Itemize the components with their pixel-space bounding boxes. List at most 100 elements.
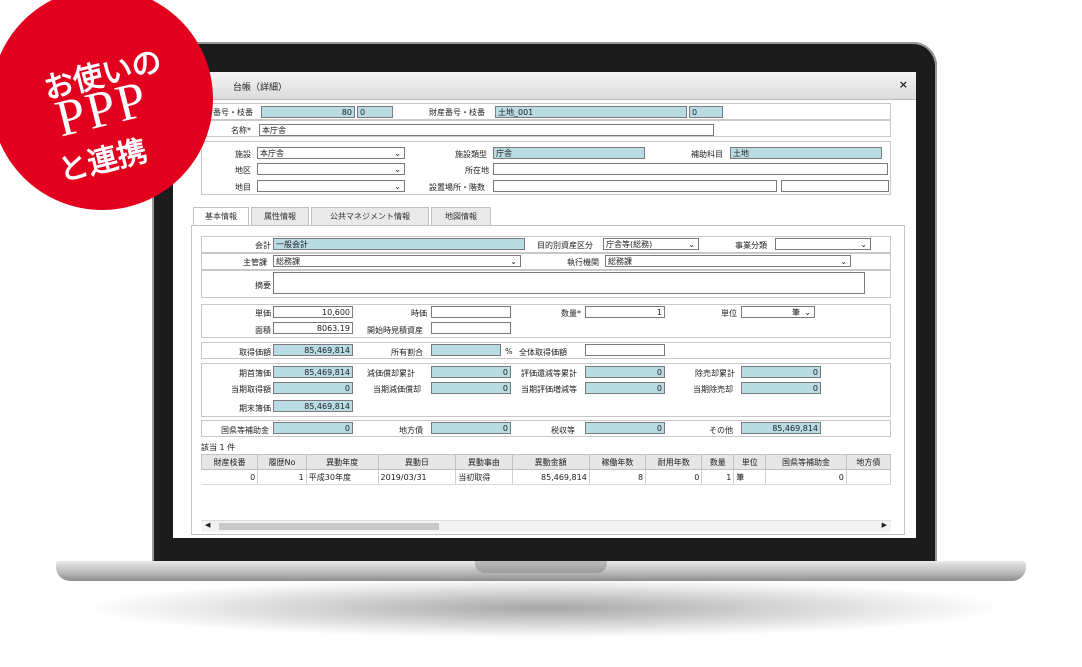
window-title: 台帳（詳細） xyxy=(233,83,288,93)
table-cell: 1 xyxy=(701,469,735,485)
suryo-field[interactable]: 1 xyxy=(585,306,665,318)
app-screen: 台帳（詳細） × 番号・枝番 80 0 財産番号・枝番 土地_001 0 名称*… xyxy=(173,72,916,538)
tekiyo-field[interactable] xyxy=(273,272,865,294)
kokko-field[interactable]: 0 xyxy=(273,422,353,434)
tab-map[interactable]: 地図情報 xyxy=(431,207,491,226)
zaisan-no-field[interactable]: 土地_001 xyxy=(495,106,687,118)
shozai-field[interactable] xyxy=(493,163,888,175)
zaisan-label: 財産番号・枝番 xyxy=(429,108,485,117)
menseki-field[interactable]: 8063.19 xyxy=(273,322,353,334)
tani-select[interactable]: 筆 ⌄ xyxy=(741,306,815,318)
jokyaku-label: 除売却累計 xyxy=(695,369,735,378)
column-header[interactable]: 異動金額 xyxy=(511,454,590,470)
shozai-label: 所在地 xyxy=(465,166,489,175)
sonota-field[interactable]: 85,469,814 xyxy=(741,422,821,434)
chiku-select[interactable]: ⌄ xyxy=(257,163,405,175)
shikko-label: 執行機関 xyxy=(567,258,599,267)
tokihyoka-label: 当期評価増減等 xyxy=(521,385,577,394)
tokijokyaku-label: 当期除売却 xyxy=(693,385,733,394)
history-count: 該当 1 件 xyxy=(201,443,236,452)
chevron-down-icon: ⌄ xyxy=(688,240,695,249)
kimatsu-field[interactable]: 85,469,814 xyxy=(273,400,353,412)
tokishutoku-field[interactable]: 0 xyxy=(273,382,353,394)
chihosai-field[interactable]: 0 xyxy=(431,422,511,434)
history-table: 財産枝番 履歴No 異動年度 異動日 異動事由 異動金額 稼働年数 耐用年数 数… xyxy=(200,454,892,485)
kaisu-field[interactable] xyxy=(781,180,889,192)
column-header[interactable]: 異動年度 xyxy=(305,454,379,470)
horizontal-scrollbar[interactable]: ◀ ▶ xyxy=(201,520,891,532)
shisetsu-type-field[interactable]: 庁舎 xyxy=(493,147,645,159)
tab-public-management[interactable]: 公共マネジメント情報 xyxy=(311,207,429,226)
mokuteki-select[interactable]: 庁舎等(総務) ⌄ xyxy=(603,238,699,250)
close-icon[interactable]: × xyxy=(899,78,908,91)
column-header[interactable]: 異動事由 xyxy=(455,454,513,470)
column-header[interactable]: 稼働年数 xyxy=(588,454,647,470)
tokihyoka-field[interactable]: 0 xyxy=(585,382,665,394)
tab-basic[interactable]: 基本情報 xyxy=(193,207,249,226)
shutoku-field[interactable]: 85,469,814 xyxy=(273,344,353,356)
hojo-field[interactable]: 土地 xyxy=(730,147,882,159)
shisetsu-select[interactable]: 本庁舎 ⌄ xyxy=(257,147,405,159)
chimoku-select[interactable]: ⌄ xyxy=(257,180,405,192)
shukan-value: 総務課 xyxy=(276,257,300,266)
tokijokyaku-field[interactable]: 0 xyxy=(741,382,821,394)
history-header-row: 財産枝番 履歴No 異動年度 異動日 異動事由 異動金額 稼働年数 耐用年数 数… xyxy=(200,454,892,470)
table-row[interactable]: 0 1 平成30年度 2019/03/31 当初取得 85,469,814 8 … xyxy=(201,469,892,485)
shukan-select[interactable]: 総務課 ⌄ xyxy=(273,255,521,267)
genka-field[interactable]: 0 xyxy=(431,366,511,378)
column-header[interactable]: 国県等補助金 xyxy=(765,454,847,470)
shoyu-field[interactable] xyxy=(431,344,501,356)
zaisan-branch-field[interactable]: 0 xyxy=(689,106,723,118)
zeishu-field[interactable]: 0 xyxy=(585,422,665,434)
kishu-field[interactable]: 85,469,814 xyxy=(273,366,353,378)
percent-label: % xyxy=(505,347,513,356)
name-field[interactable]: 本庁舎 xyxy=(259,124,714,136)
hyoka-field[interactable]: 0 xyxy=(585,366,665,378)
mokuteki-label: 目的別資産区分 xyxy=(537,241,593,250)
table-cell: 筆 xyxy=(733,469,767,485)
suryo-label: 数量* xyxy=(561,309,581,318)
genka-label: 減価償却累計 xyxy=(367,369,415,378)
kishu-label: 期首簿価 xyxy=(239,369,271,378)
tekiyo-label: 摘要 xyxy=(255,281,271,290)
shutoku-label: 取得価額 xyxy=(239,348,271,357)
tani-label: 単位 xyxy=(721,309,737,318)
chevron-down-icon: ⌄ xyxy=(804,308,811,317)
asset-no-field[interactable]: 80 xyxy=(261,106,355,118)
name-label: 名称* xyxy=(231,126,251,135)
sonota-label: その他 xyxy=(709,426,733,435)
scroll-right-icon[interactable]: ▶ xyxy=(882,521,887,529)
tanka-field[interactable]: 10,600 xyxy=(273,306,353,318)
zeishu-label: 税収等 xyxy=(551,426,575,435)
column-header[interactable]: 履歴No xyxy=(257,454,307,470)
jokyaku-field[interactable]: 0 xyxy=(741,366,821,378)
zentai-field[interactable] xyxy=(585,344,665,356)
jigyo-label: 事業分類 xyxy=(735,241,767,250)
tokigenka-field[interactable]: 0 xyxy=(431,382,511,394)
jika-field[interactable] xyxy=(431,306,511,318)
scroll-left-icon[interactable]: ◀ xyxy=(205,521,210,529)
scrollbar-thumb[interactable] xyxy=(219,523,439,530)
column-header[interactable]: 地方債 xyxy=(845,454,892,470)
kaikei-field[interactable]: 一般会計 xyxy=(273,238,525,250)
shikko-select[interactable]: 総務課 ⌄ xyxy=(605,255,851,267)
kimatsu-label: 期末簿価 xyxy=(239,404,271,413)
column-header[interactable]: 耐用年数 xyxy=(645,454,703,470)
tanka-label: 単価 xyxy=(255,309,271,318)
table-cell: 当初取得 xyxy=(455,469,513,485)
shikko-value: 総務課 xyxy=(608,257,632,266)
kaishi-field[interactable] xyxy=(431,322,511,334)
column-header[interactable]: 数量 xyxy=(701,454,735,470)
asset-no-label: 番号・枝番 xyxy=(213,108,253,117)
column-header[interactable]: 単位 xyxy=(733,454,767,470)
laptop-notch xyxy=(475,561,607,573)
tab-attributes[interactable]: 属性情報 xyxy=(251,207,309,226)
column-header[interactable]: 異動日 xyxy=(377,454,457,470)
chevron-down-icon: ⌄ xyxy=(394,149,401,158)
column-header[interactable]: 財産枝番 xyxy=(200,454,259,470)
asset-branch-field[interactable]: 0 xyxy=(357,106,393,118)
secchi-field[interactable] xyxy=(493,180,777,192)
hyoka-label: 評価還減等累計 xyxy=(521,369,577,378)
chevron-down-icon: ⌄ xyxy=(840,257,847,266)
jigyo-select[interactable]: ⌄ xyxy=(775,238,871,250)
